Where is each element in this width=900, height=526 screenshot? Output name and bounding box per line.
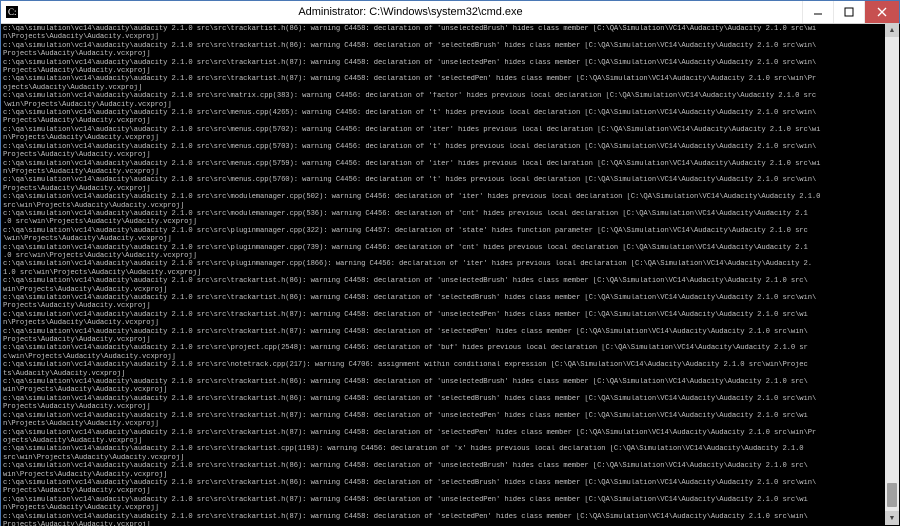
console-line: src\win\Projects\Audacity\Audacity.vcxpr… <box>3 454 899 462</box>
console-line: \win\Projects\Audacity\Audacity.vcxproj] <box>3 235 899 243</box>
vertical-scrollbar[interactable]: ▲ ▼ <box>885 23 899 525</box>
console-line: c:\qa\simulation\vc14\audacity\audacity … <box>3 294 899 302</box>
console-line: n\Projects\Audacity\Audacity.vcxproj] <box>3 134 899 142</box>
console-line: Projects\Audacity\Audacity.vcxproj] <box>3 151 899 159</box>
close-button[interactable] <box>864 1 899 23</box>
svg-text:C:: C: <box>8 7 17 17</box>
window-controls <box>802 1 899 23</box>
console-line: c:\qa\simulation\vc14\audacity\audacity … <box>3 176 899 184</box>
console-line: c:\qa\simulation\vc14\audacity\audacity … <box>3 462 899 470</box>
console-line: ts\Audacity\Audacity.vcxproj] <box>3 370 899 378</box>
console-line: c:\qa\simulation\vc14\audacity\audacity … <box>3 277 899 285</box>
console-line: c:\qa\simulation\vc14\audacity\audacity … <box>3 59 899 67</box>
console-line: c:\qa\simulation\vc14\audacity\audacity … <box>3 109 899 117</box>
console-line: c:\qa\simulation\vc14\audacity\audacity … <box>3 25 899 33</box>
console-line: Projects\Audacity\Audacity.vcxproj] <box>3 67 899 75</box>
maximize-button[interactable] <box>833 1 864 23</box>
console-line: c:\qa\simulation\vc14\audacity\audacity … <box>3 395 899 403</box>
console-line: c:\qa\simulation\vc14\audacity\audacity … <box>3 361 899 369</box>
console-line: Projects\Audacity\Audacity.vcxproj] <box>3 185 899 193</box>
console-line: Projects\Audacity\Audacity.vcxproj] <box>3 487 899 495</box>
console-line: c:\qa\simulation\vc14\audacity\audacity … <box>3 429 899 437</box>
console-line: c:\qa\simulation\vc14\audacity\audacity … <box>3 344 899 352</box>
console-line: c:\qa\simulation\vc14\audacity\audacity … <box>3 260 899 268</box>
cmd-icon: C: <box>5 5 19 19</box>
scroll-thumb[interactable] <box>887 483 897 507</box>
console-line: c:\qa\simulation\vc14\audacity\audacity … <box>3 479 899 487</box>
scroll-up-button[interactable]: ▲ <box>885 23 899 37</box>
window-titlebar[interactable]: C: Administrator: C:\Windows\system32\cm… <box>1 1 899 24</box>
console-line: ojects\Audacity\Audacity.vcxproj] <box>3 84 899 92</box>
console-line: 1.0 src\win\Projects\Audacity\Audacity.v… <box>3 269 899 277</box>
console-line: c:\qa\simulation\vc14\audacity\audacity … <box>3 244 899 252</box>
console-line: Projects\Audacity\Audacity.vcxproj] <box>3 521 899 526</box>
console-output[interactable]: c:\qa\simulation\vc14\audacity\audacity … <box>1 24 900 526</box>
console-line: c\win\Projects\Audacity\Audacity.vcxproj… <box>3 353 899 361</box>
console-line: c:\qa\simulation\vc14\audacity\audacity … <box>3 92 899 100</box>
console-line: .0 src\win\Projects\Audacity\Audacity.vc… <box>3 218 899 226</box>
console-line: c:\qa\simulation\vc14\audacity\audacity … <box>3 378 899 386</box>
console-line: c:\qa\simulation\vc14\audacity\audacity … <box>3 143 899 151</box>
console-line: n\Projects\Audacity\Audacity.vcxproj] <box>3 168 899 176</box>
console-line: c:\qa\simulation\vc14\audacity\audacity … <box>3 513 899 521</box>
console-line: win\Projects\Audacity\Audacity.vcxproj] <box>3 386 899 394</box>
console-line: Projects\Audacity\Audacity.vcxproj] <box>3 336 899 344</box>
console-line: c:\qa\simulation\vc14\audacity\audacity … <box>3 311 899 319</box>
console-line: Projects\Audacity\Audacity.vcxproj] <box>3 50 899 58</box>
window-title: Administrator: C:\Windows\system32\cmd.e… <box>19 6 802 18</box>
console-line: Projects\Audacity\Audacity.vcxproj] <box>3 403 899 411</box>
console-line: c:\qa\simulation\vc14\audacity\audacity … <box>3 75 899 83</box>
console-line: Projects\Audacity\Audacity.vcxproj] <box>3 117 899 125</box>
console-line: c:\qa\simulation\vc14\audacity\audacity … <box>3 328 899 336</box>
console-line: c:\qa\simulation\vc14\audacity\audacity … <box>3 126 899 134</box>
console-line: .0 src\win\Projects\Audacity\Audacity.vc… <box>3 252 899 260</box>
console-line: c:\qa\simulation\vc14\audacity\audacity … <box>3 227 899 235</box>
console-line: win\Projects\Audacity\Audacity.vcxproj] <box>3 471 899 479</box>
console-line: c:\qa\simulation\vc14\audacity\audacity … <box>3 445 899 453</box>
console-line: c:\qa\simulation\vc14\audacity\audacity … <box>3 193 899 201</box>
console-line: c:\qa\simulation\vc14\audacity\audacity … <box>3 412 899 420</box>
console-line: ojects\Audacity\Audacity.vcxproj] <box>3 437 899 445</box>
scroll-down-button[interactable]: ▼ <box>885 511 899 525</box>
console-line: n\Projects\Audacity\Audacity.vcxproj] <box>3 33 899 41</box>
console-line: c:\qa\simulation\vc14\audacity\audacity … <box>3 496 899 504</box>
console-line: c:\qa\simulation\vc14\audacity\audacity … <box>3 42 899 50</box>
console-line: c:\qa\simulation\vc14\audacity\audacity … <box>3 160 899 168</box>
console-line: Projects\Audacity\Audacity.vcxproj] <box>3 302 899 310</box>
console-line: c:\qa\simulation\vc14\audacity\audacity … <box>3 210 899 218</box>
console-line: win\Projects\Audacity\Audacity.vcxproj] <box>3 286 899 294</box>
minimize-button[interactable] <box>802 1 833 23</box>
console-line: n\Projects\Audacity\Audacity.vcxproj] <box>3 420 899 428</box>
console-line: n\Projects\Audacity\Audacity.vcxproj] <box>3 504 899 512</box>
console-line: src\win\Projects\Audacity\Audacity.vcxpr… <box>3 202 899 210</box>
console-line: n\Projects\Audacity\Audacity.vcxproj] <box>3 319 899 327</box>
console-line: \win\Projects\Audacity\Audacity.vcxproj] <box>3 101 899 109</box>
